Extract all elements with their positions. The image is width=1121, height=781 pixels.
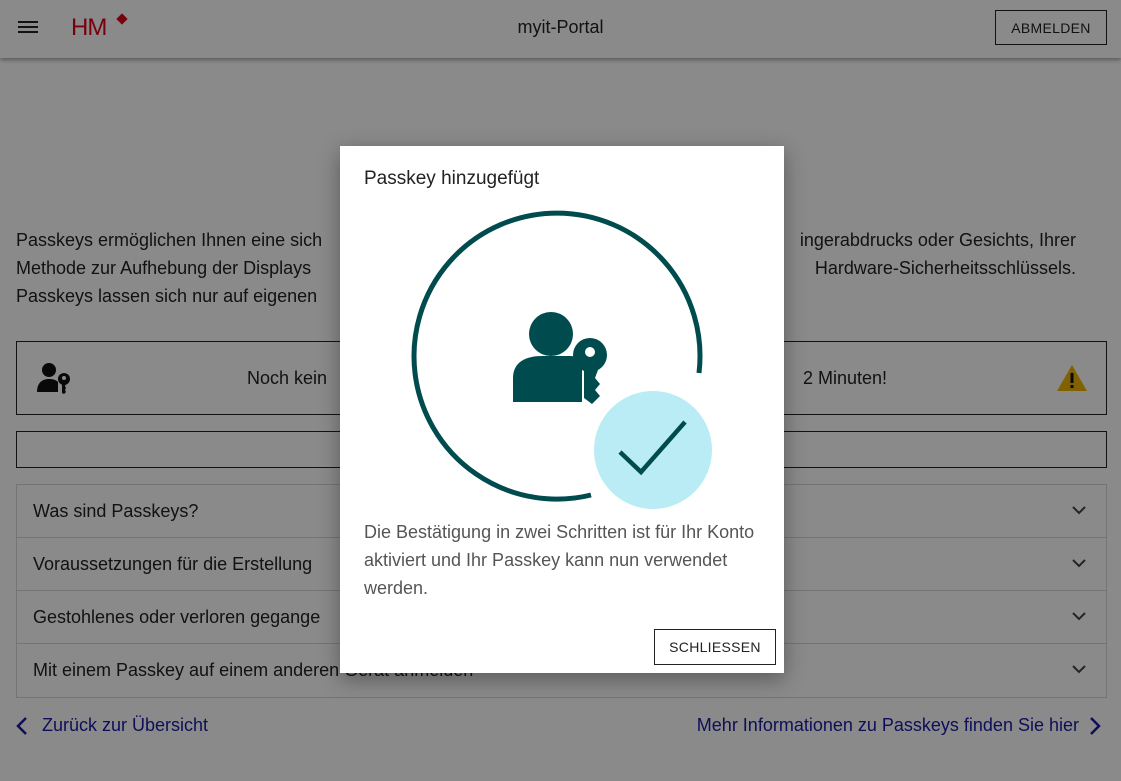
passkey-added-dialog: Passkey hinzugefügt Die Bestätigung in z…: [340, 146, 784, 673]
dialog-title: Passkey hinzugefügt: [364, 168, 540, 189]
dialog-message: Die Bestätigung in zwei Schritten ist fü…: [364, 522, 755, 598]
passkey-success-illustration: [411, 210, 712, 509]
user-key-icon: [513, 312, 607, 404]
check-badge: [594, 391, 712, 509]
close-button[interactable]: SCHLIESSEN: [654, 629, 776, 665]
